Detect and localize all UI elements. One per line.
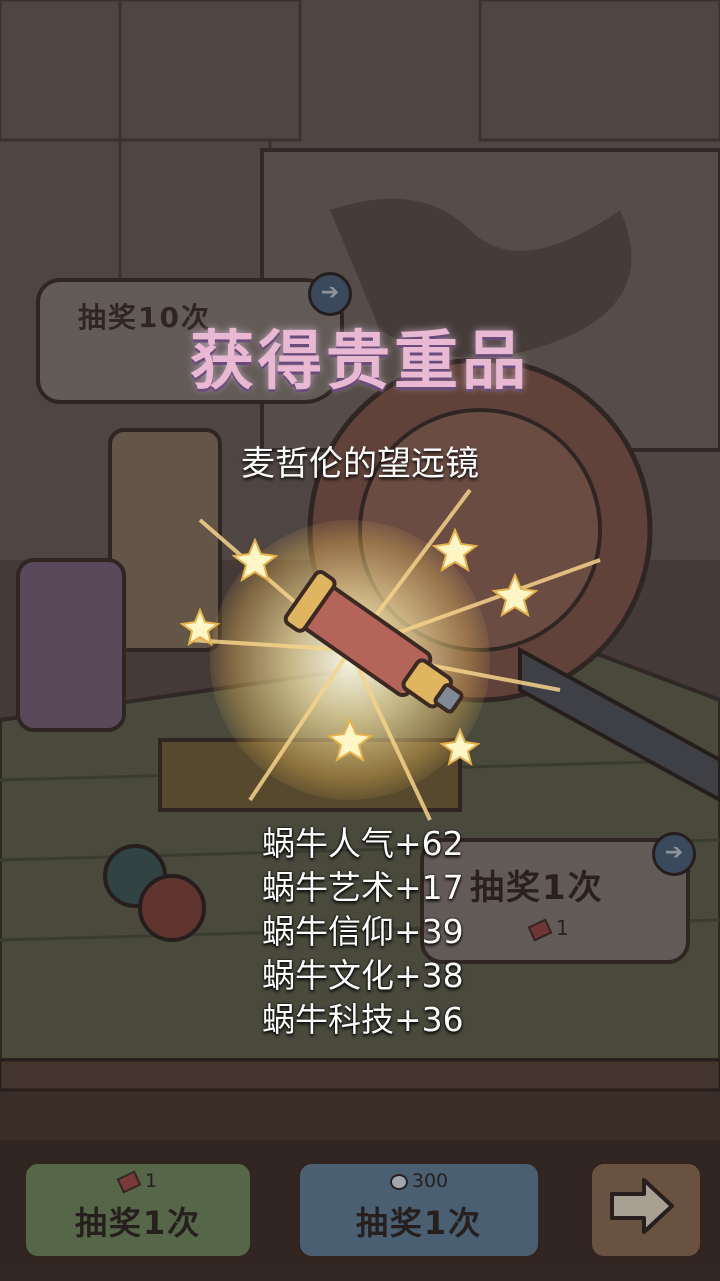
game-scene: 抽奖10次 ➔ 抽奖1次 1 ➔ 获得贵重品 麦哲伦的望远镜 蜗牛人气+62 蜗… bbox=[0, 0, 720, 1281]
stat-art: 蜗牛艺术+17 bbox=[262, 868, 464, 907]
reward-stats-list: 蜗牛人气+62 蜗牛艺术+17 蜗牛信仰+39 蜗牛文化+38 蜗牛科技+36 bbox=[262, 822, 464, 1042]
stat-popularity: 蜗牛人气+62 bbox=[262, 824, 464, 863]
stat-faith: 蜗牛信仰+39 bbox=[262, 912, 464, 951]
bottom-overlay bbox=[0, 1140, 720, 1281]
stat-technology: 蜗牛科技+36 bbox=[262, 1000, 464, 1039]
reward-item-name: 麦哲伦的望远镜 bbox=[241, 444, 479, 484]
reward-glow bbox=[210, 520, 490, 800]
stat-culture: 蜗牛文化+38 bbox=[262, 956, 464, 995]
reward-title: 获得贵重品 bbox=[190, 325, 530, 399]
